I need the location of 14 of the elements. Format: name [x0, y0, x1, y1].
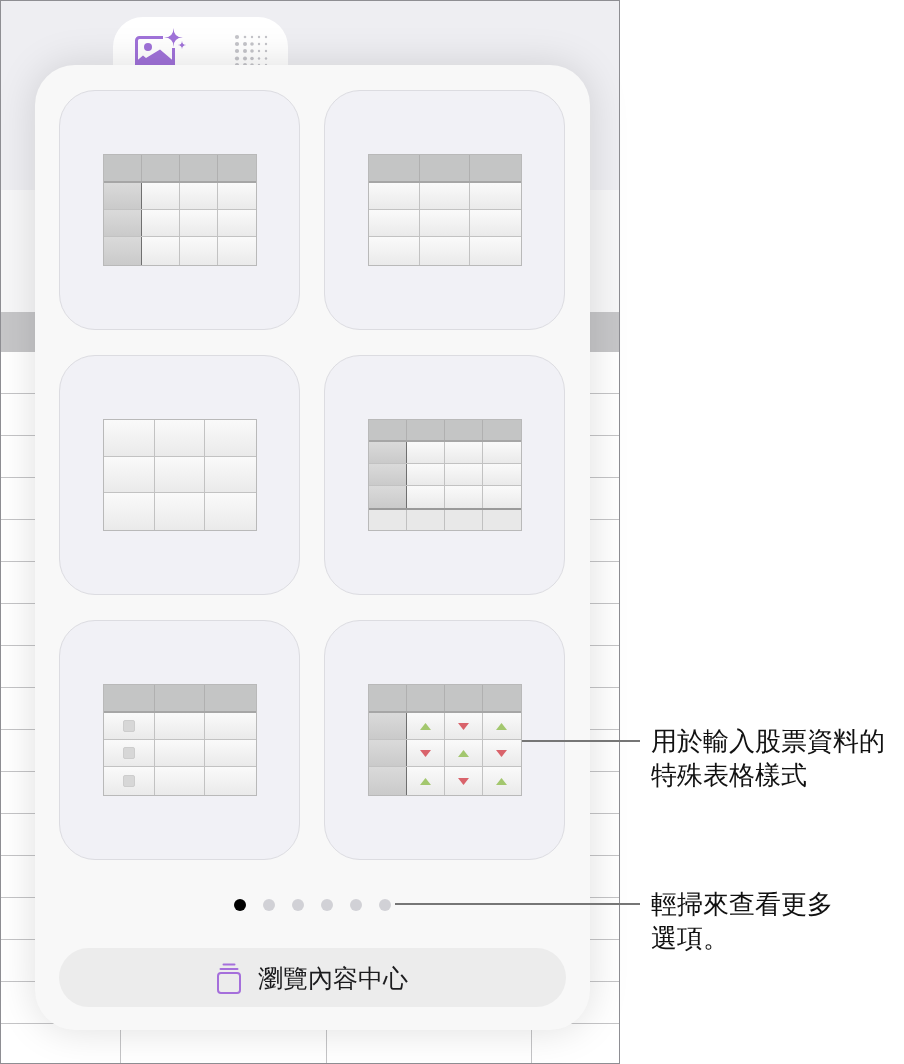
image-sparkle-icon [135, 28, 187, 65]
media-tab[interactable] [135, 28, 187, 65]
table-style-tile[interactable] [324, 355, 565, 595]
callout-text: 輕掃來查看更多選項。 [651, 888, 834, 955]
table-style-tile[interactable] [59, 90, 300, 330]
stack-icon [217, 961, 241, 994]
grid-tab[interactable] [234, 34, 269, 65]
callout-text: 用於輸入股票資料的特殊表格樣式 [651, 725, 886, 792]
browse-content-button[interactable]: 瀏覽內容中心 [59, 948, 566, 1007]
table-style-tile[interactable] [324, 620, 565, 860]
dot-grid-icon [234, 34, 269, 65]
table-style-tile[interactable] [59, 620, 300, 860]
table-style-tile[interactable] [324, 90, 565, 330]
table-style-tile[interactable] [59, 355, 300, 595]
